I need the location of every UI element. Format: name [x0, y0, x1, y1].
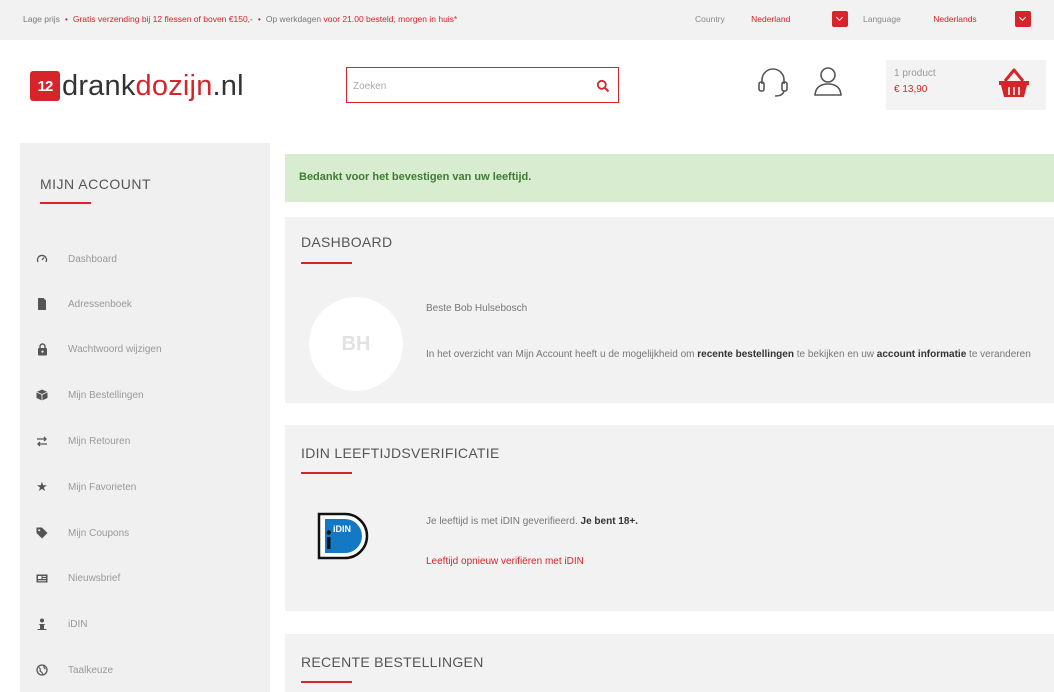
exchange-icon [34, 433, 50, 449]
sidebar-item-label: Mijn Coupons [68, 527, 130, 539]
idin-status-text: Je leeftijd is met iDIN geverifieerd. [426, 516, 581, 527]
sidebar-item-label: Mijn Bestellingen [68, 389, 144, 401]
sidebar-item-bestellingen[interactable]: Mijn Bestellingen [34, 383, 254, 407]
sidebar-item-nieuwsbrief[interactable]: Nieuwsbrief [34, 566, 254, 590]
account-icon[interactable] [808, 62, 848, 102]
sidebar-item-dashboard[interactable]: Dashboard [34, 247, 254, 271]
logo-text-part: drank [62, 69, 136, 102]
newspaper-icon [34, 570, 50, 586]
greeting-text: Beste Bob Hulsebosch [426, 303, 528, 314]
site-logo[interactable]: 12 drankdozijn.nl [30, 66, 244, 106]
sidebar-item-coupons[interactable]: Mijn Coupons [34, 521, 254, 545]
usp-bar: Lage prijs • Gratis verzending bij 12 fles… [23, 14, 457, 24]
lock-icon [34, 341, 50, 357]
title-underline [40, 202, 91, 204]
globe-icon [34, 662, 50, 678]
star-icon: ★ [36, 479, 48, 494]
title-underline [301, 472, 352, 474]
idin-logo: iDIN [317, 512, 369, 560]
sidebar-item-label: iDIN [68, 618, 88, 630]
logo-text-part: .nl [212, 69, 244, 102]
dashboard-panel: DASHBOARD BH Beste Bob Hulsebosch In het… [285, 217, 1054, 403]
country-selector[interactable]: Country Nederland [695, 14, 790, 24]
account-info-link[interactable]: account informatie [877, 349, 966, 360]
sidebar-item-label: Mijn Favorieten [68, 481, 137, 493]
language-dropdown-icon[interactable] [1015, 11, 1031, 27]
sidebar-item-favorieten[interactable]: ★ Mijn Favorieten [34, 475, 254, 499]
sidebar-item-wachtwoord[interactable]: Wachtwoord wijzigen [34, 337, 254, 361]
usp-low-price: Lage prijs [23, 14, 60, 24]
logo-text: drankdozijn.nl [62, 70, 244, 103]
usp-free-shipping: Gratis verzending bij 12 flessen of bove… [72, 14, 253, 24]
intro-text: te bekijken en uw [793, 349, 877, 360]
usp-delivery-time: voor 21.00 besteld, morgen in huis* [323, 14, 458, 24]
country-dropdown-icon[interactable] [832, 11, 848, 27]
sidebar-item-label: Wachtwoord wijzigen [68, 343, 162, 355]
idin-logo-text: iDIN [333, 524, 351, 534]
recent-orders-title: RECENTE BESTELLINGEN [301, 654, 484, 670]
search-icon[interactable] [596, 79, 610, 93]
language-value[interactable]: Nederlands [933, 14, 976, 24]
document-icon [34, 296, 50, 312]
alert-text: Bedankt voor het bevestigen van uw leeft… [299, 171, 532, 183]
sidebar-item-label: Mijn Retouren [68, 435, 131, 447]
title-underline [301, 262, 352, 264]
country-label: Country [695, 14, 725, 24]
success-alert: Bedankt voor het bevestigen van uw leeft… [285, 154, 1054, 202]
sidebar-item-label: Nieuwsbrief [68, 572, 121, 584]
sidebar-item-adressenboek[interactable]: Adressenboek [34, 292, 254, 316]
avatar: BH [309, 297, 403, 391]
idin-title: IDIN LEEFTIJDSVERIFICATIE [301, 445, 500, 461]
search-input[interactable] [353, 77, 583, 95]
sidebar-item-retouren[interactable]: Mijn Retouren [34, 429, 254, 453]
dashboard-title: DASHBOARD [301, 234, 393, 250]
intro-text: te veranderen [966, 349, 1031, 360]
search-box [346, 67, 619, 103]
cart-price: € 13,90 [894, 84, 928, 95]
dashboard-icon [34, 251, 50, 267]
dashboard-intro: In het overzicht van Mijn Account heeft … [426, 346, 1036, 363]
intro-text: In het overzicht van Mijn Account heeft … [426, 349, 698, 360]
cart-summary[interactable]: 1 product € 13,90 [886, 60, 1046, 110]
sidebar-item-label: Taalkeuze [68, 664, 114, 676]
idin-panel: IDIN LEEFTIJDSVERIFICATIE iDIN Je leefti… [285, 425, 1054, 611]
headset-icon[interactable] [753, 62, 793, 102]
usp-separator: • [64, 14, 68, 24]
person-icon [34, 616, 50, 632]
sidebar-item-label: Dashboard [68, 253, 117, 265]
basket-icon[interactable] [996, 64, 1032, 102]
idin-status-bold: Je bent 18+. [580, 516, 639, 527]
top-bar: Lage prijs • Gratis verzending bij 12 fles… [0, 0, 1054, 40]
idin-status: Je leeftijd is met iDIN geverifieerd. Je… [426, 516, 638, 527]
sidebar-item-label: Adressenboek [68, 298, 132, 310]
logo-badge: 12 [30, 71, 60, 101]
recent-orders-panel: RECENTE BESTELLINGEN [285, 634, 1054, 692]
usp-separator: • [257, 14, 261, 24]
language-selector[interactable]: Language Nederlands [863, 14, 977, 24]
sidebar-title: MIJN ACCOUNT [40, 176, 151, 192]
tag-icon [34, 525, 50, 541]
sidebar-item-taalkeuze[interactable]: Taalkeuze [34, 658, 254, 682]
sidebar-item-idin[interactable]: iDIN [34, 612, 254, 636]
language-label: Language [863, 14, 901, 24]
idin-reverify-link[interactable]: Leeftijd opnieuw verifiëren met iDIN [426, 556, 584, 567]
cart-count: 1 product [894, 68, 936, 79]
recent-orders-link[interactable]: recente bestellingen [697, 349, 794, 360]
title-underline [301, 681, 352, 683]
account-sidebar: MIJN ACCOUNT Dashboard Adressenboek Wach… [20, 143, 270, 692]
box-icon [34, 387, 50, 403]
usp-delivery-prefix: Op werkdagen [265, 14, 324, 24]
logo-text-part: dozijn [135, 69, 213, 102]
country-value[interactable]: Nederland [751, 14, 790, 24]
